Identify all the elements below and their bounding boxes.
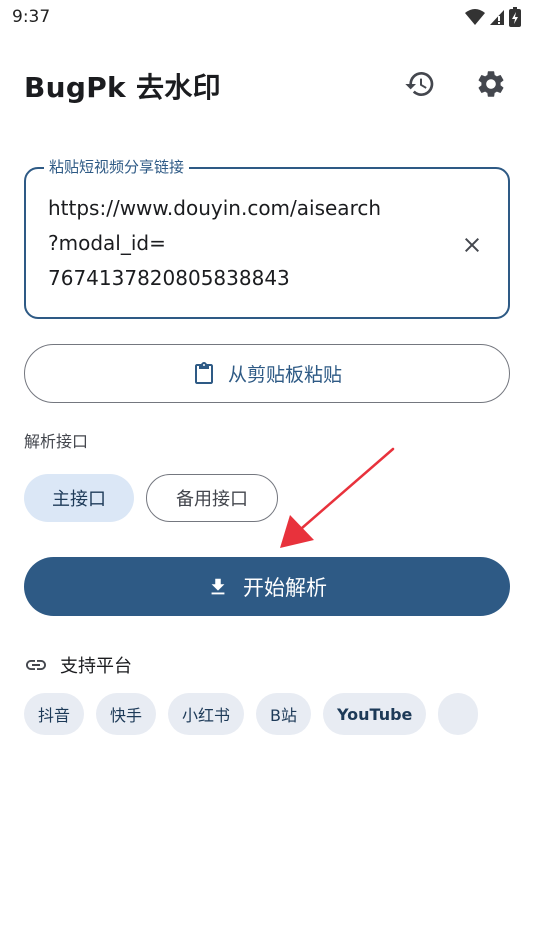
- battery-icon: [509, 7, 521, 27]
- platform-chip-more[interactable]: [438, 693, 479, 735]
- app-bar: BugPk 去水印: [0, 56, 533, 114]
- platform-chip-xiaohongshu[interactable]: 小红书: [168, 693, 245, 735]
- link-icon: [26, 660, 46, 670]
- signal-icon: [490, 10, 504, 25]
- paste-button-label: 从剪贴板粘贴: [227, 364, 342, 386]
- history-button[interactable]: [398, 62, 442, 106]
- history-icon: [405, 72, 434, 96]
- status-bar: 9:37: [0, 0, 533, 36]
- platforms-row: 抖音 快手 小红书 B站 YouTube: [24, 693, 510, 735]
- backup-api-label: 备用接口: [176, 489, 248, 510]
- share-link-label: 粘贴短视频分享链接: [44, 157, 190, 177]
- paste-from-clipboard-button[interactable]: 从剪贴板粘贴: [24, 344, 510, 403]
- app-title: BugPk 去水印: [24, 71, 221, 104]
- clipboard-icon: [194, 361, 213, 384]
- primary-api-label: 主接口: [52, 489, 106, 510]
- platform-chip-bilibili[interactable]: B站: [256, 693, 312, 735]
- share-link-field[interactable]: 粘贴短视频分享链接 https://www.douyin.com/aisearc…: [24, 157, 510, 319]
- backup-api-chip[interactable]: 备用接口: [146, 474, 278, 522]
- status-icons: [465, 6, 521, 28]
- settings-icon: [478, 71, 504, 97]
- platforms-header: 支持平台: [24, 652, 132, 678]
- api-section-label: 解析接口: [24, 432, 89, 451]
- start-parse-label: 开始解析: [243, 575, 327, 600]
- status-time: 9:37: [12, 7, 51, 27]
- download-icon: [211, 578, 225, 594]
- platform-chip-kuaishou[interactable]: 快手: [96, 693, 157, 735]
- settings-button[interactable]: [469, 62, 513, 106]
- primary-api-chip[interactable]: 主接口: [24, 474, 134, 522]
- share-link-input[interactable]: https://www.douyin.com/aisearch ?modal_i…: [48, 191, 438, 296]
- platforms-strip[interactable]: 抖音 快手 小红书 B站 YouTube: [24, 693, 510, 735]
- start-parse-button[interactable]: 开始解析: [24, 557, 510, 616]
- clear-input-button[interactable]: [452, 225, 492, 265]
- close-icon: [465, 238, 479, 252]
- platform-chip-douyin[interactable]: 抖音: [24, 693, 85, 735]
- platforms-title: 支持平台: [60, 656, 132, 677]
- wifi-icon: [465, 9, 485, 25]
- platform-chip-youtube[interactable]: YouTube: [323, 693, 427, 735]
